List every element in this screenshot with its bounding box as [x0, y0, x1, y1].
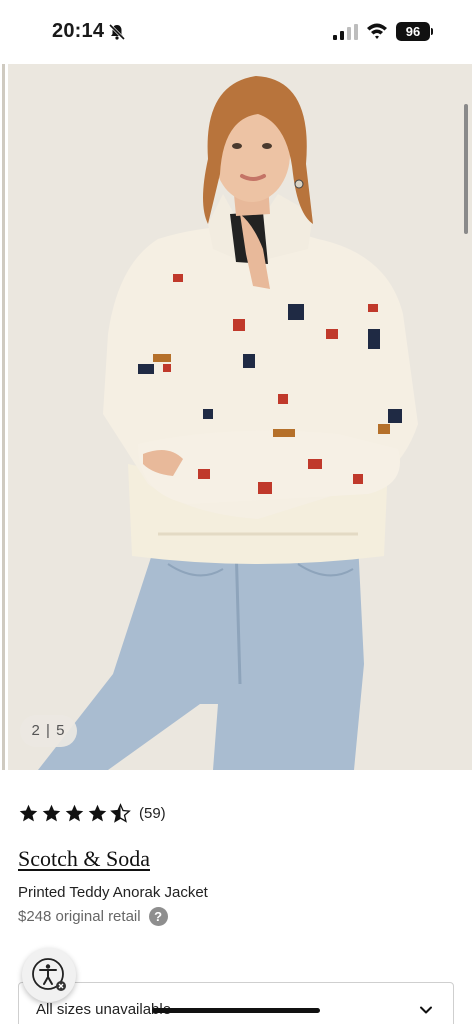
- size-select-value: All sizes unavailable: [36, 1001, 172, 1018]
- help-icon[interactable]: ?: [148, 907, 168, 926]
- star-full-icon: [88, 804, 107, 821]
- product-rating[interactable]: (59): [18, 802, 166, 824]
- accessibility-button[interactable]: [22, 948, 76, 1002]
- accessibility-icon: [32, 958, 66, 991]
- image-counter: 2 | 5: [20, 715, 77, 747]
- signal-icon: [333, 24, 358, 40]
- star-full-icon: [42, 804, 61, 821]
- price-row: $248 original retail ?: [18, 907, 168, 926]
- previous-image-edge: [0, 64, 8, 770]
- home-indicator: [152, 1008, 320, 1013]
- bell-off-icon: [108, 23, 126, 41]
- size-select[interactable]: All sizes unavailable: [18, 982, 454, 1024]
- original-retail-price: $248 original retail: [18, 908, 141, 925]
- brand-link[interactable]: Scotch & Soda: [18, 846, 150, 872]
- rating-count[interactable]: (59): [139, 805, 166, 822]
- product-photo: [8, 64, 472, 770]
- star-full-icon: [19, 804, 38, 821]
- star-full-icon: [65, 804, 84, 821]
- product-image-gallery[interactable]: 2 | 5: [0, 64, 472, 770]
- wifi-icon: [367, 23, 387, 39]
- gallery-scrollbar[interactable]: [464, 104, 468, 234]
- status-bar: 20:14 96: [0, 0, 472, 64]
- chevron-down-icon: [420, 1006, 432, 1014]
- product-name: Printed Teddy Anorak Jacket: [18, 884, 208, 901]
- star-half-icon: [110, 802, 131, 823]
- status-time: 20:14: [52, 20, 105, 42]
- battery-icon: 96: [396, 22, 433, 41]
